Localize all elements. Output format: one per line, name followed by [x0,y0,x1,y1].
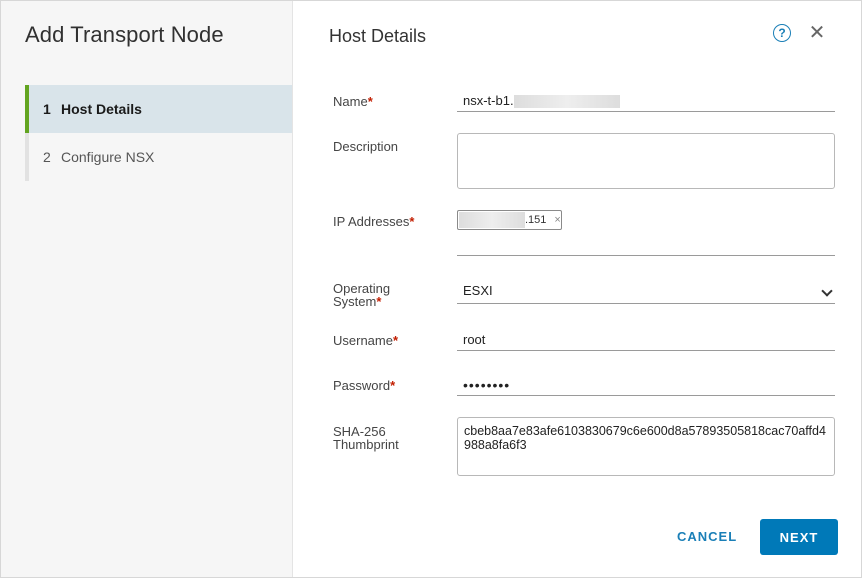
step-label: Configure NSX [61,149,155,165]
thumbprint-label-line2: Thumbprint [333,437,399,452]
step-number: 1 [43,101,51,117]
os-select[interactable]: ESXI [457,278,835,304]
password-field[interactable]: •••••••• [457,374,835,396]
wizard-main: Host Details ? ✕ Name* nsx-t-b1. Descrip… [293,1,861,577]
redacted-block [513,95,620,109]
username-field[interactable]: root [457,329,835,351]
help-icon[interactable]: ? [773,24,791,42]
chip-remove-icon[interactable]: × [554,214,560,226]
name-input[interactable]: nsx-t-b1. [457,90,835,112]
required-mark: * [409,214,415,229]
name-label-text: Name [333,94,368,109]
os-label: Operating System* [333,282,390,308]
os-selected-value: ESXI [463,283,493,298]
required-mark: * [390,378,396,393]
description-label: Description [333,139,399,154]
redacted-block [459,212,525,228]
thumbprint-label: SHA-256 Thumbprint [333,425,399,451]
name-label: Name* [333,95,373,108]
ip-input[interactable]: .151 × [457,210,835,256]
password-input[interactable]: •••••••• [457,374,835,396]
username-label: Username* [333,334,398,347]
wizard-title: Add Transport Node [25,22,224,47]
wizard-dialog: Add Transport Node 1 Host Details 2 Conf… [0,0,862,578]
close-icon[interactable]: ✕ [807,21,827,44]
os-label-line2: System [333,294,377,309]
name-field[interactable]: nsx-t-b1. [457,90,835,112]
page-title: Host Details [329,26,427,46]
ip-chip: .151 × [457,210,562,230]
username-label-text: Username [333,333,393,348]
step-number: 2 [43,149,51,165]
thumbprint-textarea[interactable]: cbeb8aa7e83afe6103830679c6e600d8a5789350… [457,417,835,476]
wizard-sidebar: Add Transport Node 1 Host Details 2 Conf… [1,1,293,577]
ip-label-text: IP Addresses [333,214,410,229]
ip-label: IP Addresses* [333,215,414,228]
required-mark: * [392,333,399,348]
ip-chip-value: .151 [525,214,547,226]
step-configure-nsx[interactable]: 2 Configure NSX [25,133,292,181]
step-label: Host Details [61,101,142,117]
password-label: Password* [333,379,395,392]
next-button[interactable]: NEXT [760,519,838,555]
wizard-steps: 1 Host Details 2 Configure NSX [25,85,292,181]
password-label-text: Password [333,378,391,393]
description-textarea[interactable] [457,133,835,189]
chevron-down-icon [821,285,833,297]
name-value: nsx-t-b1. [463,93,514,108]
required-mark: * [367,94,373,109]
cancel-button[interactable]: CANCEL [677,529,737,544]
required-mark: * [376,294,382,309]
step-host-details[interactable]: 1 Host Details [25,85,292,133]
username-input[interactable]: root [457,329,835,351]
